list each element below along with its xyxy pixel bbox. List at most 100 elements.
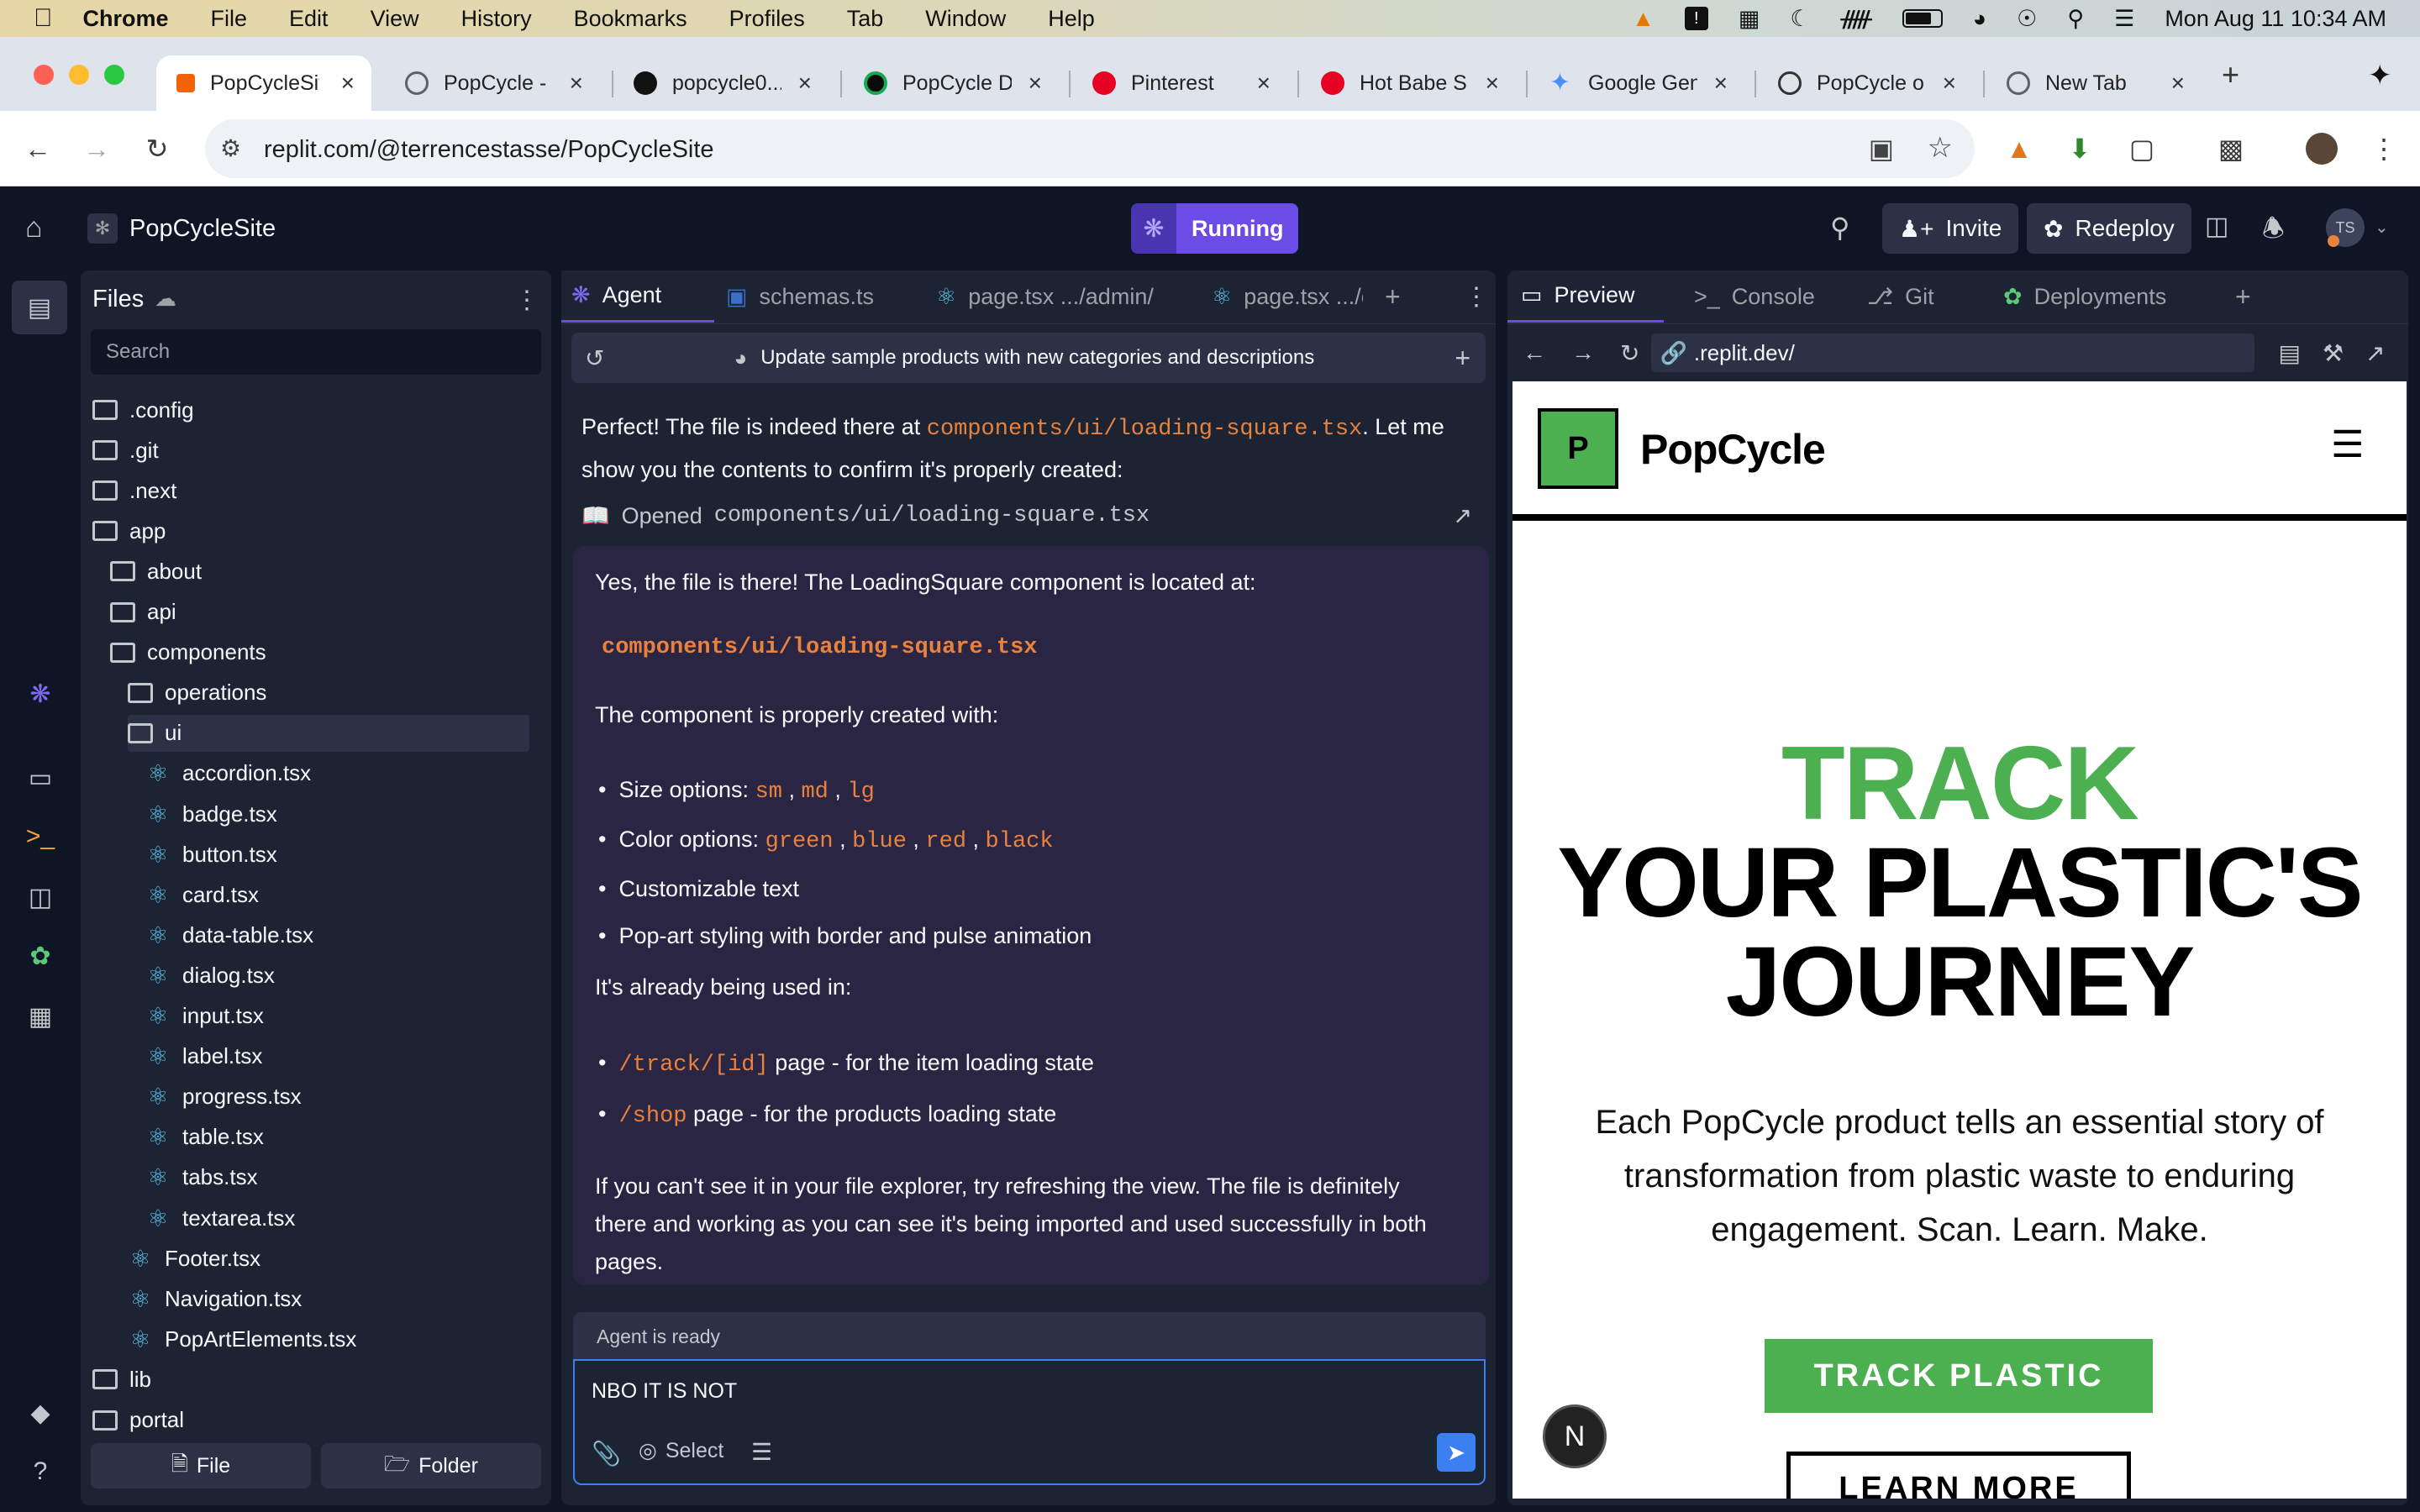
file-item[interactable]: ⚛ data-table.tsx — [145, 916, 529, 953]
help-icon[interactable]: ? — [24, 1455, 57, 1488]
address-bar[interactable]: ⚙ replit.com/@terrencestasse/PopCycleSit… — [205, 119, 1975, 178]
run-button[interactable]: ❋ Running — [1131, 203, 1299, 254]
learn-more-button[interactable]: LEARN MORE — [1786, 1452, 2131, 1499]
tab-schemas[interactable]: ▣ schemas.ts — [726, 270, 874, 323]
menu-edit[interactable]: Edit — [289, 6, 329, 32]
alert-icon[interactable]: ! — [1684, 7, 1708, 30]
file-item[interactable]: ⚛ dialog.tsx — [145, 957, 529, 994]
attach-icon[interactable]: 📎 — [592, 1440, 621, 1467]
add-tab-icon[interactable]: + — [1385, 270, 1401, 323]
opened-file-row[interactable]: 📖 Opened components/ui/loading-square.ts… — [581, 497, 1481, 534]
control-center-icon[interactable]: ☰ — [2114, 6, 2134, 32]
new-thread-icon[interactable]: + — [1455, 343, 1470, 374]
bluetooth-icon[interactable]: ᚏ — [1841, 6, 1872, 32]
nextjs-dev-badge[interactable]: N — [1543, 1404, 1607, 1468]
tab-git[interactable]: ⎇ Git — [1867, 270, 1934, 323]
preview-back-icon[interactable]: ← — [1523, 339, 1546, 366]
folder-item[interactable]: app — [92, 512, 529, 549]
forward-icon[interactable]: → — [81, 133, 113, 165]
deployments-icon[interactable]: ✿ — [24, 939, 57, 973]
project-name[interactable]: PopCycleSite — [129, 215, 276, 243]
file-item[interactable]: ⚛ progress.tsx — [145, 1079, 529, 1116]
console-icon[interactable]: >_ — [24, 820, 57, 853]
file-item[interactable]: ⚛ input.tsx — [145, 998, 529, 1035]
tab-page-c[interactable]: ⚛ page.tsx .../c — [1212, 270, 1363, 323]
file-item[interactable]: ⚛ label.tsx — [145, 1038, 529, 1075]
invite-button[interactable]: ♟+ Invite — [1882, 203, 2019, 254]
folder-item[interactable]: .next — [92, 472, 529, 509]
preview-forward-icon[interactable]: → — [1571, 339, 1595, 366]
file-item[interactable]: ⚛ button.tsx — [145, 836, 529, 873]
books-icon[interactable]: ▦ — [1739, 6, 1760, 32]
browser-tab[interactable]: PopCycle D × — [844, 55, 1059, 111]
settings-sliders-icon[interactable]: ☰ — [751, 1438, 772, 1466]
file-item[interactable]: ⚛ Navigation.tsx — [128, 1280, 529, 1317]
new-tab-button[interactable]: + — [2222, 57, 2239, 92]
browser-tab[interactable]: Pinterest × — [1072, 55, 1287, 111]
files-menu-icon[interactable]: ⋮ — [514, 286, 539, 315]
menu-window[interactable]: Window — [925, 6, 1006, 32]
close-tab-icon[interactable]: × — [341, 70, 355, 97]
profile-avatar[interactable] — [2306, 133, 2338, 165]
add-preview-tab-icon[interactable]: + — [2235, 270, 2251, 323]
vlc-icon[interactable]: ▲ — [1632, 6, 1655, 32]
project-icon[interactable]: ✻ — [87, 213, 118, 244]
search-icon[interactable]: ⚲ — [1830, 212, 1849, 244]
database-icon[interactable]: ◫ — [24, 880, 57, 914]
site-settings-icon[interactable]: ⚙ — [220, 134, 241, 162]
extensions-icon[interactable]: ▢ — [2126, 133, 2158, 165]
files-sync-icon[interactable]: ☁ — [155, 286, 176, 312]
file-item[interactable]: ⚛ Footer.tsx — [128, 1240, 529, 1277]
close-tab-icon[interactable]: × — [2171, 70, 2185, 97]
chevron-down-icon[interactable]: ⌄ — [2375, 217, 2389, 238]
chrome-menu-icon[interactable]: ⋮ — [2368, 133, 2400, 165]
file-item[interactable]: ⚛ tabs.tsx — [145, 1159, 529, 1196]
close-tab-icon[interactable]: × — [1943, 70, 1956, 97]
menu-profiles[interactable]: Profiles — [729, 6, 805, 32]
apple-icon[interactable]:  — [34, 4, 53, 33]
site-brand[interactable]: PopCycle — [1640, 425, 1826, 474]
gemini-sparkle-icon[interactable]: ✦ — [2368, 59, 2392, 92]
file-item[interactable]: ⚛ badge.tsx — [145, 795, 529, 832]
tab-console[interactable]: >_ Console — [1694, 270, 1815, 323]
close-window-button[interactable] — [34, 65, 54, 85]
menu-history[interactable]: History — [461, 6, 532, 32]
tab-deployments[interactable]: ✿ Deployments — [2003, 270, 2166, 323]
file-item[interactable]: ⚛ table.tsx — [145, 1119, 529, 1156]
agent-icon[interactable]: ❋ — [24, 677, 57, 711]
wifi-icon[interactable]: ◕ — [1973, 6, 1986, 32]
close-tab-icon[interactable]: × — [798, 70, 812, 97]
menu-tab[interactable]: Tab — [847, 6, 884, 32]
open-new-window-icon[interactable]: ↗ — [2365, 339, 2385, 367]
devices-icon[interactable]: ▤ — [2278, 339, 2300, 367]
tab-search-icon[interactable]: ▩ — [2215, 133, 2247, 165]
menu-view[interactable]: View — [371, 6, 419, 32]
moon-icon[interactable]: ☾ — [1790, 6, 1810, 32]
devtools-wrench-icon[interactable]: ⚒ — [2323, 339, 2344, 367]
agent-input[interactable]: NBO IT IS NOT 📎 ◎ Select ☰ ➤ — [573, 1359, 1486, 1485]
new-file-button[interactable]: 🗎 File — [91, 1443, 311, 1488]
browser-tab[interactable]: PopCycle o × — [1758, 55, 1973, 111]
hamburger-menu-icon[interactable]: ☰ — [2331, 423, 2364, 466]
battery-icon[interactable] — [1902, 9, 1943, 28]
send-button[interactable]: ➤ — [1437, 1433, 1476, 1472]
close-tab-icon[interactable]: × — [1486, 70, 1499, 97]
agent-input-value[interactable]: NBO IT IS NOT — [592, 1379, 737, 1404]
back-icon[interactable]: ← — [22, 133, 54, 165]
all-tools-icon[interactable]: ▦ — [24, 1000, 57, 1033]
menu-file[interactable]: File — [211, 6, 248, 32]
bookmark-star-icon[interactable]: ☆ — [1928, 131, 1953, 165]
folder-item[interactable]: about — [110, 553, 529, 590]
minimize-window-button[interactable] — [69, 65, 89, 85]
folder-item[interactable]: .config — [92, 391, 529, 428]
browser-tab[interactable]: New Tab × — [1986, 55, 2202, 111]
preview-reload-icon[interactable]: ↻ — [1620, 339, 1639, 367]
folder-item[interactable]: api — [110, 594, 529, 631]
folder-item[interactable]: portal — [92, 1402, 529, 1439]
file-item[interactable]: ⚛ textarea.tsx — [145, 1200, 529, 1236]
redeploy-button[interactable]: ✿ Redeploy — [2027, 203, 2191, 254]
file-search-input[interactable]: Search — [91, 329, 541, 375]
folder-item[interactable]: operations — [128, 675, 529, 711]
deploy-status-icon[interactable]: ◫ — [2205, 212, 2228, 241]
close-tab-icon[interactable]: × — [1028, 70, 1042, 97]
